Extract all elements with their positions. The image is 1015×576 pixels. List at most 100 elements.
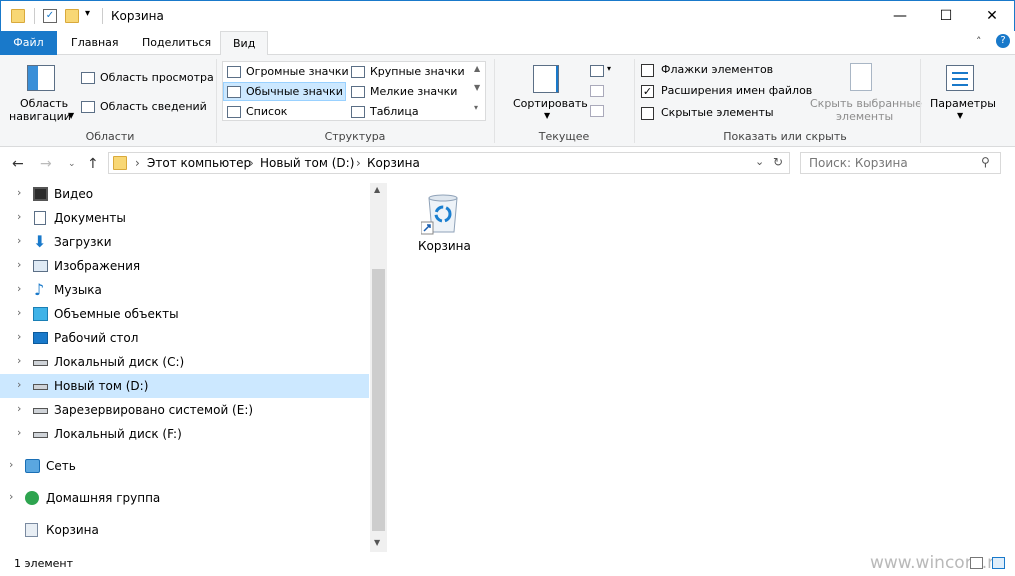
expand-chevron-icon[interactable]: › bbox=[17, 210, 21, 223]
nav-item-local-disk-f[interactable]: › Локальный диск (F:) bbox=[0, 422, 369, 446]
separator bbox=[102, 8, 103, 24]
nav-item-desktop[interactable]: › Рабочий стол bbox=[0, 326, 369, 350]
nav-item-homegroup[interactable]: › Домашняя группа bbox=[0, 486, 369, 510]
details-view-icon[interactable] bbox=[970, 557, 983, 569]
back-button[interactable]: ← bbox=[12, 156, 24, 172]
sort-by-button[interactable]: Сортировать bbox=[513, 97, 588, 110]
hide-selected-label-2[interactable]: элементы bbox=[836, 110, 893, 123]
search-icon[interactable]: ⚲ bbox=[981, 155, 990, 169]
breadcrumb-separator[interactable]: › bbox=[249, 156, 254, 170]
layout-medium-icons[interactable]: Обычные значки bbox=[246, 85, 343, 98]
search-box[interactable]: Поиск: Корзина ⚲ bbox=[800, 152, 1001, 174]
gallery-expand-icon[interactable]: ▾ bbox=[474, 103, 478, 112]
nav-item-3d-objects[interactable]: › Объемные объекты bbox=[0, 302, 369, 326]
navigation-scrollbar[interactable]: ▲ ▼ bbox=[370, 183, 387, 552]
navigation-pane-label-2[interactable]: навигации bbox=[9, 110, 71, 123]
scrollbar-thumb[interactable] bbox=[372, 269, 385, 531]
expand-chevron-icon[interactable]: › bbox=[17, 258, 21, 271]
address-bar[interactable]: › Этот компьютер › Новый том (D:) › Корз… bbox=[108, 152, 790, 174]
tab-view[interactable]: Вид bbox=[220, 31, 268, 56]
scroll-down-icon[interactable]: ▼ bbox=[374, 538, 380, 547]
minimize-button[interactable]: — bbox=[877, 1, 923, 31]
3d-objects-icon bbox=[33, 307, 48, 321]
navigation-pane-label-1[interactable]: Область bbox=[20, 97, 68, 110]
layout-list[interactable]: Список bbox=[246, 105, 287, 118]
expand-chevron-icon[interactable]: › bbox=[17, 378, 21, 391]
maximize-button[interactable]: ☐ bbox=[923, 1, 969, 31]
expand-chevron-icon[interactable]: › bbox=[17, 330, 21, 343]
quick-access-dropdown-icon[interactable]: ▾ bbox=[85, 8, 90, 19]
nav-item-music[interactable]: › ♪ Музыка bbox=[0, 278, 369, 302]
up-button[interactable]: ↑ bbox=[87, 156, 99, 172]
nav-item-local-disk-c[interactable]: › Локальный диск (C:) bbox=[0, 350, 369, 374]
nav-item-recycle-bin[interactable]: Корзина bbox=[0, 518, 369, 542]
nav-item-pictures[interactable]: › Изображения bbox=[0, 254, 369, 278]
music-icon: ♪ bbox=[34, 280, 44, 299]
breadcrumb-drive-d[interactable]: Новый том (D:) bbox=[260, 156, 354, 170]
expand-chevron-icon[interactable]: › bbox=[17, 354, 21, 367]
breadcrumb-this-pc[interactable]: Этот компьютер bbox=[147, 156, 251, 170]
recent-locations-icon[interactable]: ⌄ bbox=[68, 159, 76, 169]
layout-small-icons[interactable]: Мелкие значки bbox=[370, 85, 457, 98]
group-separator bbox=[634, 59, 635, 143]
desktop-icon bbox=[33, 332, 48, 344]
layout-huge-icons[interactable]: Огромные значки bbox=[246, 65, 349, 78]
expand-chevron-icon[interactable]: › bbox=[17, 282, 21, 295]
nav-item-video[interactable]: › Видео bbox=[0, 182, 369, 206]
recycle-bin-shortcut-icon bbox=[421, 190, 465, 236]
search-input[interactable]: Поиск: Корзина bbox=[809, 156, 908, 170]
tab-file[interactable]: Файл bbox=[0, 31, 57, 55]
nav-item-network[interactable]: › Сеть bbox=[0, 454, 369, 478]
gallery-scroll-up-icon[interactable]: ▲ bbox=[474, 64, 480, 73]
hide-selected-label-1[interactable]: Скрыть выбранные bbox=[810, 97, 922, 110]
forward-button[interactable]: → bbox=[40, 156, 52, 172]
scroll-up-icon[interactable]: ▲ bbox=[374, 185, 380, 194]
group-by-icon[interactable] bbox=[590, 65, 604, 77]
expand-chevron-icon[interactable]: › bbox=[17, 402, 21, 415]
expand-chevron-icon[interactable]: › bbox=[17, 426, 21, 439]
add-columns-icon[interactable] bbox=[590, 85, 604, 97]
preview-pane-button[interactable]: Область просмотра bbox=[100, 71, 214, 84]
options-dropdown-icon[interactable]: ▼ bbox=[957, 111, 963, 120]
large-icons-view-icon[interactable] bbox=[992, 557, 1005, 569]
file-extensions-checkbox[interactable]: ✓ bbox=[641, 85, 654, 98]
layout-details[interactable]: Таблица bbox=[370, 105, 419, 118]
options-button[interactable]: Параметры bbox=[930, 97, 996, 110]
sort-by-dropdown-icon[interactable]: ▼ bbox=[544, 111, 550, 120]
close-button[interactable]: ✕ bbox=[969, 1, 1015, 31]
address-dropdown-icon[interactable]: ⌄ bbox=[755, 155, 764, 168]
nav-item-system-reserved-e[interactable]: › Зарезервировано системой (E:) bbox=[0, 398, 369, 422]
group-by-dropdown-icon[interactable]: ▾ bbox=[607, 64, 611, 73]
layout-large-icons[interactable]: Крупные значки bbox=[370, 65, 465, 78]
nav-item-documents[interactable]: › Документы bbox=[0, 206, 369, 230]
expand-chevron-icon[interactable]: › bbox=[9, 490, 13, 503]
expand-chevron-icon[interactable]: › bbox=[9, 458, 13, 471]
breadcrumb-separator[interactable]: › bbox=[135, 156, 140, 170]
list-icon bbox=[227, 106, 241, 118]
hidden-items-checkbox[interactable] bbox=[641, 107, 654, 120]
breadcrumb-separator[interactable]: › bbox=[356, 156, 361, 170]
item-checkboxes-label[interactable]: Флажки элементов bbox=[661, 63, 773, 76]
navigation-pane-dropdown-icon[interactable]: ▼ bbox=[68, 111, 74, 120]
nav-item-new-volume-d[interactable]: › Новый том (D:) bbox=[0, 374, 369, 398]
expand-chevron-icon[interactable]: › bbox=[17, 306, 21, 319]
item-checkboxes-checkbox[interactable] bbox=[641, 64, 654, 77]
properties-icon[interactable]: ✓ bbox=[43, 9, 57, 23]
hidden-items-label[interactable]: Скрытые элементы bbox=[661, 106, 774, 119]
nav-item-downloads[interactable]: › ⬇ Загрузки bbox=[0, 230, 369, 254]
sort-by-icon bbox=[533, 65, 559, 93]
content-item-recycle-bin[interactable]: Корзина bbox=[418, 190, 468, 258]
refresh-icon[interactable]: ↻ bbox=[773, 155, 783, 169]
gallery-scroll-down-icon[interactable]: ▼ bbox=[474, 83, 480, 92]
expand-chevron-icon[interactable]: › bbox=[17, 234, 21, 247]
file-extensions-label[interactable]: Расширения имен файлов bbox=[661, 84, 812, 97]
size-columns-icon[interactable] bbox=[590, 105, 604, 117]
tab-share[interactable]: Поделиться bbox=[130, 31, 223, 55]
collapse-ribbon-icon[interactable]: ˄ bbox=[976, 35, 982, 48]
help-icon[interactable]: ? bbox=[996, 34, 1010, 48]
breadcrumb-recycle-bin[interactable]: Корзина bbox=[367, 156, 420, 170]
expand-chevron-icon[interactable]: › bbox=[17, 186, 21, 199]
new-folder-icon[interactable] bbox=[65, 9, 79, 23]
details-pane-button[interactable]: Область сведений bbox=[100, 100, 207, 113]
tab-home[interactable]: Главная bbox=[59, 31, 131, 55]
